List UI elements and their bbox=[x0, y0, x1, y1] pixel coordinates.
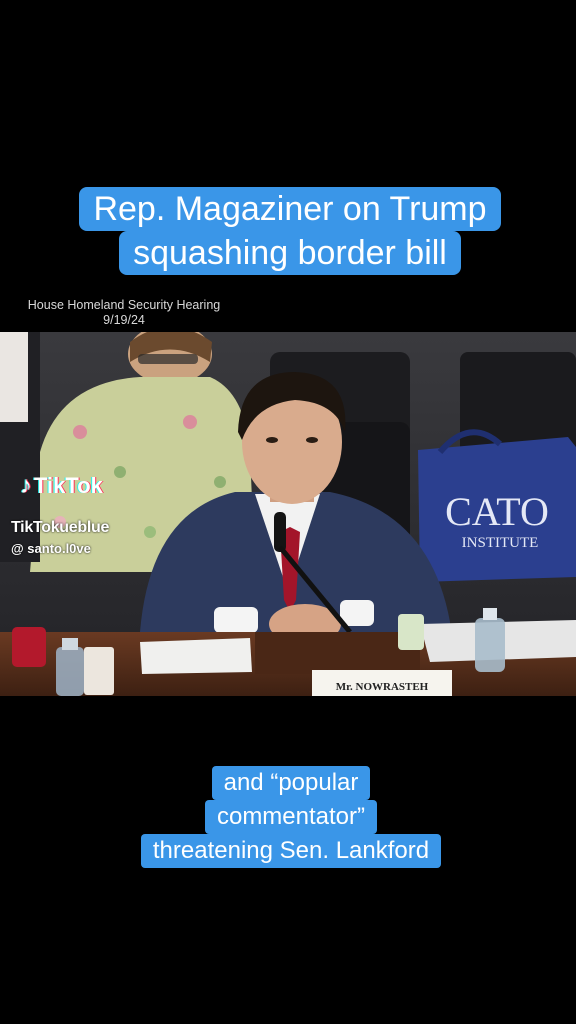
video-frame[interactable]: CATO INSTITUTE Mr. NOWRASTEH bbox=[0, 332, 576, 696]
cato-bag-brand-line2: INSTITUTE bbox=[462, 535, 539, 551]
bottle-left bbox=[56, 647, 84, 696]
can bbox=[12, 627, 46, 667]
watermark-handle: @ santo.l0ve bbox=[11, 541, 91, 556]
cato-bag-brand-line1: CATO bbox=[445, 489, 549, 534]
hearing-date: 9/19/24 bbox=[103, 313, 145, 327]
hearing-title: House Homeland Security Hearing bbox=[27, 298, 221, 312]
tiktok-note-icon: ♪ bbox=[20, 472, 32, 499]
watermark-username: TikTokueblue bbox=[11, 519, 110, 536]
tiktok-logo: ♪TikTok bbox=[20, 472, 103, 500]
top-caption-line-1: Rep. Magaziner on Trump bbox=[79, 187, 501, 231]
hearing-label: House Homeland Security Hearing 9/19/24 bbox=[24, 298, 224, 328]
nameplate-text: Mr. NOWRASTEH bbox=[336, 681, 429, 693]
cup-left bbox=[84, 647, 114, 695]
top-caption-line-2: squashing border bill bbox=[119, 231, 461, 275]
bottom-caption: and “popular commentator” threatening Se… bbox=[120, 766, 462, 868]
bottom-caption-line-1: and “popular bbox=[211, 766, 371, 800]
bottom-caption-line-2: commentator” bbox=[204, 800, 378, 834]
video-scene: CATO INSTITUTE Mr. NOWRASTEH bbox=[0, 332, 576, 696]
bottle-right bbox=[475, 618, 505, 672]
tiktok-brand: TikTok bbox=[34, 473, 103, 498]
top-caption: Rep. Magaziner on Trump squashing border… bbox=[54, 187, 526, 275]
bottom-caption-line-3: threatening Sen. Lankford bbox=[140, 834, 442, 868]
cato-bag: CATO INSTITUTE bbox=[418, 429, 576, 582]
